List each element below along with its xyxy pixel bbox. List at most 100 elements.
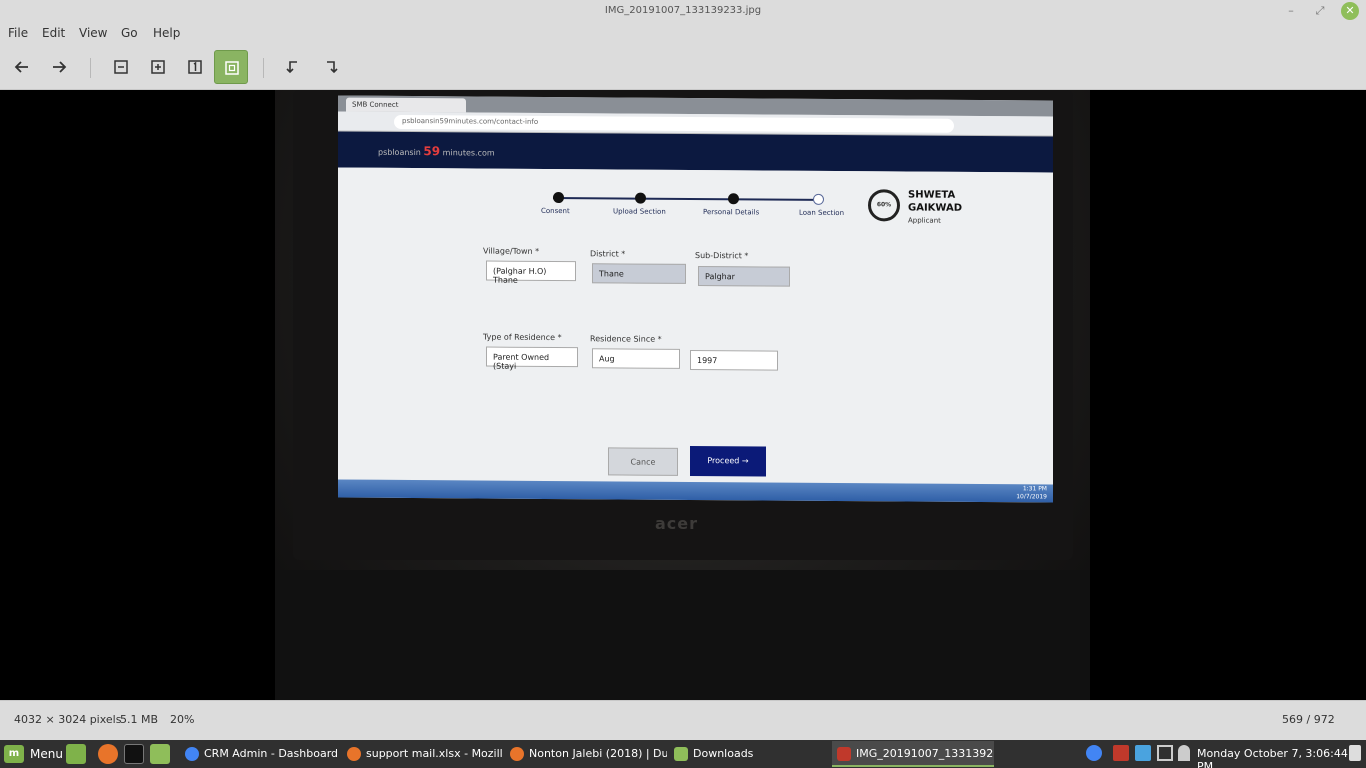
menu-help[interactable]: Help (153, 26, 180, 40)
step-label: Personal Details (703, 208, 760, 217)
task-image-viewer[interactable]: IMG_20191007_133139233.jpg (832, 741, 994, 767)
image-dimensions: 4032 × 3024 pixels (14, 713, 122, 726)
laptop-bezel: SMB Connect psbloansin59minutes.com/cont… (293, 90, 1073, 560)
image-viewer[interactable]: SMB Connect psbloansin59minutes.com/cont… (0, 90, 1366, 700)
task-nonton-jalebi[interactable]: Nonton Jalebi (2018) | Duta... (505, 741, 667, 767)
windows-date: 10/7/2019 (1016, 493, 1047, 501)
rotate-right-icon (327, 61, 338, 74)
menu-go[interactable]: Go (121, 26, 138, 40)
taskbar: m Menu CRM Admin - Dashboard - ... suppo… (0, 740, 1366, 768)
arrow-right-icon (53, 61, 67, 73)
previous-button[interactable] (5, 50, 39, 84)
logo-suffix: minutes.com (442, 148, 495, 158)
proceed-button: Proceed → (690, 445, 766, 477)
logo-prefix: psbloansin (378, 147, 421, 158)
image-viewer-icon (837, 747, 851, 761)
village-select: (Palghar H.O) Thane (486, 260, 576, 285)
menu-edit[interactable]: Edit (42, 26, 65, 40)
user-icon[interactable] (1178, 745, 1190, 761)
residence-since-label: Residence Since * (590, 334, 662, 344)
folder-icon (674, 747, 688, 761)
menubar: File Edit View Go Help (0, 22, 1366, 44)
subdistrict-field: Palghar (698, 266, 790, 287)
chrome-icon (185, 747, 199, 761)
rotate-left-icon (286, 61, 297, 74)
residence-type-select: Parent Owned (Stayi (486, 346, 578, 371)
step-label: Upload Section (613, 207, 666, 216)
show-desktop-icon[interactable] (66, 744, 86, 764)
minimize-icon[interactable]: – (1282, 2, 1300, 20)
progress-stepper: Consent Upload Section Personal Details … (541, 191, 844, 223)
zoom-out-button[interactable] (104, 50, 138, 84)
mint-logo-icon: m (4, 745, 24, 763)
task-label: IMG_20191007_133139233.jpg (856, 747, 994, 760)
url-box: psbloansin59minutes.com/contact-info (394, 114, 954, 133)
arrow-left-icon (14, 61, 28, 73)
laptop-keyboard (275, 570, 1090, 700)
toolbar-separator (263, 58, 264, 78)
zoom-one-icon (188, 60, 202, 74)
windows-time: 1:31 PM (1022, 485, 1047, 493)
task-label: support mail.xlsx - Mozilla ... (366, 747, 502, 760)
form-area: Consent Upload Section Personal Details … (338, 167, 1053, 485)
step-dot-open (813, 193, 824, 205)
residence-year-select: 1997 (690, 349, 778, 371)
browser-tab: SMB Connect (346, 97, 466, 113)
progress-ring: 60% (868, 189, 900, 222)
residence-month-select: Aug (592, 348, 680, 369)
logo-number: 59 (423, 144, 441, 159)
volume-icon[interactable] (1349, 745, 1361, 761)
status-bar: 4032 × 3024 pixels 5.1 MB 20% 569 / 972 (0, 700, 1366, 740)
cancel-button: Cance (608, 447, 678, 476)
laptop-brand: acer (655, 514, 699, 533)
network-icon[interactable] (1135, 745, 1151, 761)
site-logo: psbloansin 59 minutes.com (378, 144, 495, 159)
task-label: Nonton Jalebi (2018) | Duta... (529, 747, 667, 760)
district-field: Thane (592, 263, 686, 284)
rotate-right-button[interactable] (314, 50, 348, 84)
zoom-in-icon (151, 60, 165, 74)
firefox-icon (510, 747, 524, 761)
applicant-name-last: GAIKWAD (908, 202, 963, 214)
step-line (553, 197, 818, 201)
zoom-fit-button[interactable] (214, 50, 248, 84)
rotate-left-button[interactable] (276, 50, 310, 84)
image-filesize: 5.1 MB (120, 713, 159, 726)
step-dot (635, 192, 646, 204)
chrome-tray-icon[interactable] (1086, 745, 1102, 761)
close-icon[interactable]: ✕ (1341, 2, 1359, 20)
zoom-normal-button[interactable] (178, 50, 212, 84)
subdistrict-label: Sub-District * (695, 250, 749, 261)
step-dot (553, 192, 564, 204)
maximize-icon[interactable]: ⤢ (1311, 2, 1329, 20)
task-label: Downloads (693, 747, 754, 760)
step-label: Consent (541, 206, 570, 216)
clock[interactable]: Monday October 7, 3:06:44 PM (1197, 747, 1366, 768)
firefox-icon[interactable] (98, 744, 118, 764)
district-label: District * (590, 249, 626, 259)
files-icon[interactable] (150, 744, 170, 764)
zoom-fit-icon (225, 61, 239, 75)
task-support-mail[interactable]: support mail.xlsx - Mozilla ... (342, 741, 502, 767)
zoom-level: 20% (170, 713, 195, 726)
site-header: psbloansin 59 minutes.com (338, 131, 1053, 173)
next-button[interactable] (42, 50, 76, 84)
terminal-icon[interactable] (124, 744, 144, 764)
photo: SMB Connect psbloansin59minutes.com/cont… (275, 90, 1090, 700)
menu-file[interactable]: File (8, 26, 28, 40)
task-crm-admin[interactable]: CRM Admin - Dashboard - ... (180, 741, 340, 767)
task-downloads[interactable]: Downloads (669, 741, 829, 767)
window-title: IMG_20191007_133139233.jpg (604, 5, 762, 16)
start-menu-button[interactable]: m Menu (2, 743, 63, 765)
image-counter: 569 / 972 (1282, 713, 1335, 726)
zoom-in-button[interactable] (141, 50, 175, 84)
firefox-icon (347, 747, 361, 761)
task-label: CRM Admin - Dashboard - ... (204, 747, 340, 760)
zoom-out-icon (114, 60, 128, 74)
notification-icon[interactable] (1157, 745, 1173, 761)
shield-icon[interactable] (1113, 745, 1129, 761)
laptop-screen: SMB Connect psbloansin59minutes.com/cont… (338, 95, 1053, 503)
menu-view[interactable]: View (79, 26, 107, 40)
applicant-role: Applicant (908, 216, 941, 225)
toolbar (0, 44, 1366, 90)
